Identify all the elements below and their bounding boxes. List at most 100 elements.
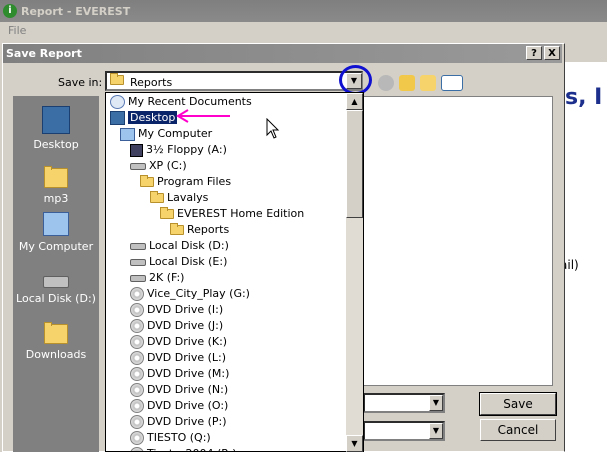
new-folder-icon[interactable]	[420, 75, 436, 91]
location-list-item[interactable]: 3½ Floppy (A:)	[130, 142, 227, 158]
location-list-item-label: DVD Drive (N:)	[147, 383, 229, 396]
place-label: mp3	[43, 192, 69, 205]
location-list-item[interactable]: DVD Drive (J:)	[130, 318, 223, 334]
report-heading-fragment: s, I	[565, 85, 603, 110]
location-list-item-label: DVD Drive (O:)	[147, 399, 229, 412]
place-label: Local Disk (D:)	[16, 292, 96, 305]
place-desktop[interactable]: Desktop	[13, 106, 99, 151]
location-list-item[interactable]: Local Disk (D:)	[130, 238, 229, 254]
location-list-item-label: Tiesto_2004 (R:)	[147, 447, 237, 451]
cd-icon	[130, 319, 144, 333]
location-list-item-label: DVD Drive (M:)	[147, 367, 230, 380]
cd-icon	[130, 351, 144, 365]
help-button[interactable]: ?	[526, 46, 542, 60]
app-menu-bar	[0, 22, 607, 40]
location-list-item[interactable]: TIESTO (Q:)	[130, 430, 211, 446]
place-my-computer[interactable]: My Computer	[13, 212, 99, 253]
location-list-item[interactable]: Local Disk (E:)	[130, 254, 227, 270]
cd-icon	[130, 303, 144, 317]
scroll-thumb[interactable]	[346, 110, 363, 218]
location-list-item-label: Reports	[187, 223, 230, 236]
location-list-item[interactable]: Tiesto_2004 (R:)	[130, 446, 237, 451]
desktop-icon	[110, 111, 125, 125]
location-list-item[interactable]: DVD Drive (N:)	[130, 382, 228, 398]
location-list-item[interactable]: Program Files	[140, 174, 231, 190]
location-list-item[interactable]: 2K (F:)	[130, 270, 184, 286]
recent-icon	[110, 95, 125, 109]
cd-icon	[130, 335, 144, 349]
location-list-item[interactable]: DVD Drive (I:)	[130, 302, 223, 318]
folder-icon	[140, 175, 154, 187]
folder-icon	[44, 166, 68, 188]
location-list-item-label: 3½ Floppy (A:)	[146, 143, 227, 156]
scroll-down-button[interactable]: ▼	[346, 435, 363, 452]
save-as-type-dropdown-button[interactable]: ▼	[429, 423, 443, 439]
close-button[interactable]: X	[544, 46, 560, 60]
location-list-item[interactable]: DVD Drive (M:)	[130, 366, 229, 382]
location-list-item[interactable]: Lavalys	[150, 190, 208, 206]
location-list-item-label: DVD Drive (K:)	[147, 335, 228, 348]
location-list-item[interactable]: XP (C:)	[130, 158, 187, 174]
my-computer-icon	[43, 212, 69, 236]
location-list-item[interactable]: Vice_City_Play (G:)	[130, 286, 250, 302]
dialog-title: Save Report	[6, 47, 82, 60]
location-list-item[interactable]: DVD Drive (O:)	[130, 398, 228, 414]
place-label: Desktop	[33, 138, 79, 151]
mouse-cursor-icon	[266, 118, 280, 139]
location-list-item-label: DVD Drive (I:)	[147, 303, 224, 316]
app-title: Report - EVEREST	[21, 4, 131, 18]
location-list-item-label: Local Disk (D:)	[149, 239, 229, 252]
folder-icon	[170, 223, 184, 235]
file-name-dropdown-button[interactable]: ▼	[429, 395, 443, 411]
floppy-icon	[130, 143, 143, 157]
folder-icon	[160, 207, 174, 219]
save-in-dropdown-list: My Recent Documents Desktop My Computer 3½ …	[105, 92, 364, 452]
dialog-toolbar	[378, 74, 463, 92]
save-button[interactable]: Save	[479, 392, 557, 416]
views-menu-icon[interactable]	[441, 75, 463, 91]
folder-icon	[44, 322, 68, 344]
up-folder-icon[interactable]	[399, 75, 415, 91]
location-list-item[interactable]: EVEREST Home Edition	[160, 206, 304, 222]
dialog-title-bar: Save Report	[3, 44, 562, 63]
location-list-item[interactable]: DVD Drive (P:)	[130, 414, 227, 430]
save-in-label: Save in:	[58, 76, 103, 89]
drive-icon	[43, 276, 69, 288]
back-icon[interactable]	[378, 75, 394, 91]
cd-icon	[130, 383, 144, 397]
location-list-item-label: TIESTO (Q:)	[147, 431, 211, 444]
menu-file[interactable]: File	[8, 24, 26, 37]
desktop-icon	[42, 106, 70, 134]
drive-icon	[130, 242, 146, 250]
place-mp3[interactable]: mp3	[13, 162, 99, 205]
place-label: Downloads	[25, 348, 87, 361]
location-list-item-label: 2K (F:)	[149, 271, 185, 284]
location-list-item-label: My Computer	[138, 127, 213, 140]
place-downloads[interactable]: Downloads	[13, 318, 99, 361]
location-list-item-label: Vice_City_Play (G:)	[147, 287, 250, 300]
scroll-up-button[interactable]: ▲	[346, 93, 363, 110]
location-list-item-label: Desktop	[126, 110, 179, 125]
drive-icon	[130, 258, 146, 266]
places-bar: Desktop mp3 My Computer Local Disk (D:) …	[13, 96, 99, 452]
folder-icon	[110, 73, 124, 85]
location-list-item-label: Program Files	[157, 175, 232, 188]
cd-icon	[130, 415, 144, 429]
location-list-item-label: My Recent Documents	[128, 95, 252, 108]
cancel-button[interactable]: Cancel	[480, 419, 556, 441]
file-list-pane[interactable]	[363, 96, 553, 386]
cd-icon	[130, 287, 144, 301]
annotation-arrow	[176, 109, 230, 123]
location-list-item[interactable]: My Computer	[120, 126, 212, 142]
everest-app-icon: i	[3, 4, 17, 18]
cd-icon	[130, 447, 144, 451]
drive-icon	[130, 162, 146, 170]
location-list-item[interactable]: Desktop	[110, 110, 179, 126]
location-list-item[interactable]: DVD Drive (K:)	[130, 334, 227, 350]
location-list-item-label: DVD Drive (L:)	[147, 351, 227, 364]
place-local-disk-d[interactable]: Local Disk (D:)	[13, 268, 99, 305]
location-list-item[interactable]: Reports	[170, 222, 229, 238]
folder-icon	[150, 191, 164, 203]
location-list-item-label: XP (C:)	[149, 159, 187, 172]
location-list-item[interactable]: DVD Drive (L:)	[130, 350, 226, 366]
